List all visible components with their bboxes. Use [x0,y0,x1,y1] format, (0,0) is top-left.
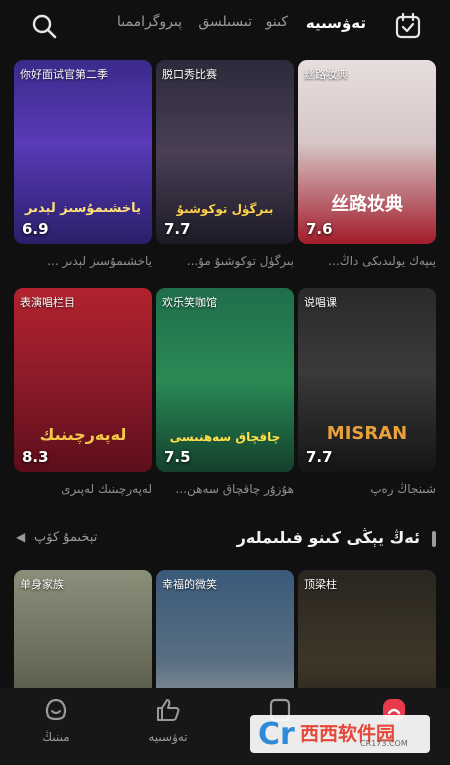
poster-image [156,288,294,472]
card-caption[interactable]: يىپەك يولىدىكى داڭ... [298,254,436,268]
calendar-check-icon[interactable] [394,12,422,40]
card-title: 幸福的微笑 [162,578,217,591]
rating-score: 7.7 [164,220,191,238]
tab-programs[interactable]: پىروگراممىا [117,14,182,30]
rating-score: 7.5 [164,448,191,466]
section-header: ئەڭ يېڭى كىنو فىلىملەر ◀ تېخىمۇ كۆپ [0,524,450,554]
show-card[interactable]: 丝路妆典 丝路妆典 7.6 [298,60,436,244]
poster-image [298,288,436,472]
rating-score: 6.9 [22,220,49,238]
search-icon[interactable] [30,12,58,40]
card-caption[interactable]: بىرگۈل توكوشىۇ مۇ... [156,254,294,268]
rating-score: 8.3 [22,448,49,466]
rating-score: 7.6 [306,220,333,238]
nav-mine[interactable]: مىنىڭ [0,688,112,765]
card-title: 说唱课 [304,296,337,309]
section-title: ئەڭ يېڭى كىنو فىلىملەر [236,528,420,547]
poster-image [156,60,294,244]
card-title: 欢乐笑咖馆 [162,296,217,309]
watermark-mark: Cr [258,717,295,752]
poster-art-text: لەپەرچىنىك [39,425,127,444]
poster-art-text: ياخشىمۇسىز لېدىر [25,201,141,216]
card-title: 表演唱栏目 [20,296,75,309]
smile-face-icon [45,698,67,721]
poster-art-text: 丝路妆典 [331,194,403,215]
card-title: 丝路妆典 [304,68,348,81]
tab-series[interactable]: تىسىلسق [198,14,252,30]
poster-art-text: MISRAN [326,423,408,444]
card-title: 顶梁柱 [304,578,337,591]
card-caption[interactable]: ياخشىمۇسىز لېدىر ... [14,254,152,268]
nav-label: مىنىڭ [42,730,70,744]
poster-image [14,288,152,472]
card-title: 脱口秀比赛 [162,68,217,81]
show-card[interactable]: ياخشىمۇسىز لېدىر 你好面试官第二季 6.9 [14,60,152,244]
nav-recommend[interactable]: تەۋسىيە [112,688,224,765]
watermark-url: CR173.COM [360,739,408,748]
card-title: 单身家族 [20,578,64,591]
card-caption[interactable]: ھۇزۇر چاقچاق سەھن... [156,482,294,496]
tab-movie[interactable]: كىنو [266,14,288,30]
poster-image [298,60,436,244]
category-tabs: تەۋسىيە كىنو تىسىلسق پىروگراممىا [96,14,366,40]
show-card[interactable]: لەپەرچىنىك 表演唱栏目 8.3 [14,288,152,472]
poster-art-text: چاقچاق سەھنىسى [169,430,281,444]
card-caption[interactable]: شىنجاڭ رەپ [298,482,436,496]
card-caption[interactable]: لەپەرچىنىك لەپىرى [14,482,152,496]
rating-score: 7.7 [306,448,333,466]
thumbs-up-icon [157,699,180,721]
tab-recommend[interactable]: تەۋسىيە [306,14,366,32]
show-card[interactable]: MISRAN 说唱课 7.7 [298,288,436,472]
show-card[interactable]: بىرگۈل توكوشىۇ 脱口秀比赛 7.7 [156,60,294,244]
top-bar: تەۋسىيە كىنو تىسىلسق پىروگراممىا [0,0,450,52]
watermark-logo: Cr 西西软件园 CR173.COM [250,715,430,753]
card-title: 你好面试官第二季 [20,68,108,81]
show-card[interactable]: چاقچاق سەھنىسى 欢乐笑咖馆 7.5 [156,288,294,472]
more-link[interactable]: تېخىمۇ كۆپ [34,530,97,545]
chevron-left-icon[interactable]: ◀ [16,530,25,544]
poster-image [14,60,152,244]
nav-label: تەۋسىيە [148,730,188,744]
poster-art-text: بىرگۈل توكوشىۇ [176,202,274,216]
section-marker [432,531,436,547]
